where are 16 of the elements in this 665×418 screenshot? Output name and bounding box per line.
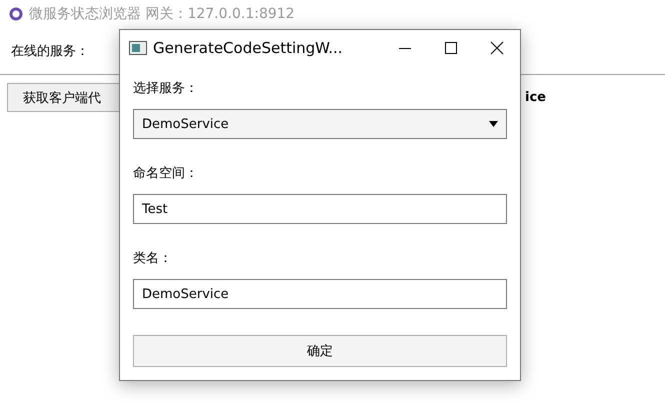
input-field[interactable]: Test <box>133 194 507 224</box>
window-title: 微服务状态浏览器 网关：127.0.0.1:8912 <box>29 5 295 23</box>
caret-icon <box>489 121 498 127</box>
field-label: 类名： <box>133 250 173 268</box>
field-label: 命名空间： <box>133 165 199 183</box>
maximize-icon <box>444 41 458 55</box>
close-icon <box>490 41 504 55</box>
service-name: ice <box>525 90 546 105</box>
services-label: 在线的服务： <box>11 43 89 60</box>
field-label: 选择服务： <box>133 80 199 98</box>
service-dropdown[interactable]: DemoService <box>133 109 507 139</box>
app-logo-icon <box>9 7 23 21</box>
window-icon <box>129 41 147 55</box>
dialog-title: GenerateCodeSettingW... <box>153 39 344 57</box>
input-field[interactable]: DemoService <box>133 279 507 309</box>
confirm-button[interactable]: 确定 <box>133 335 507 367</box>
